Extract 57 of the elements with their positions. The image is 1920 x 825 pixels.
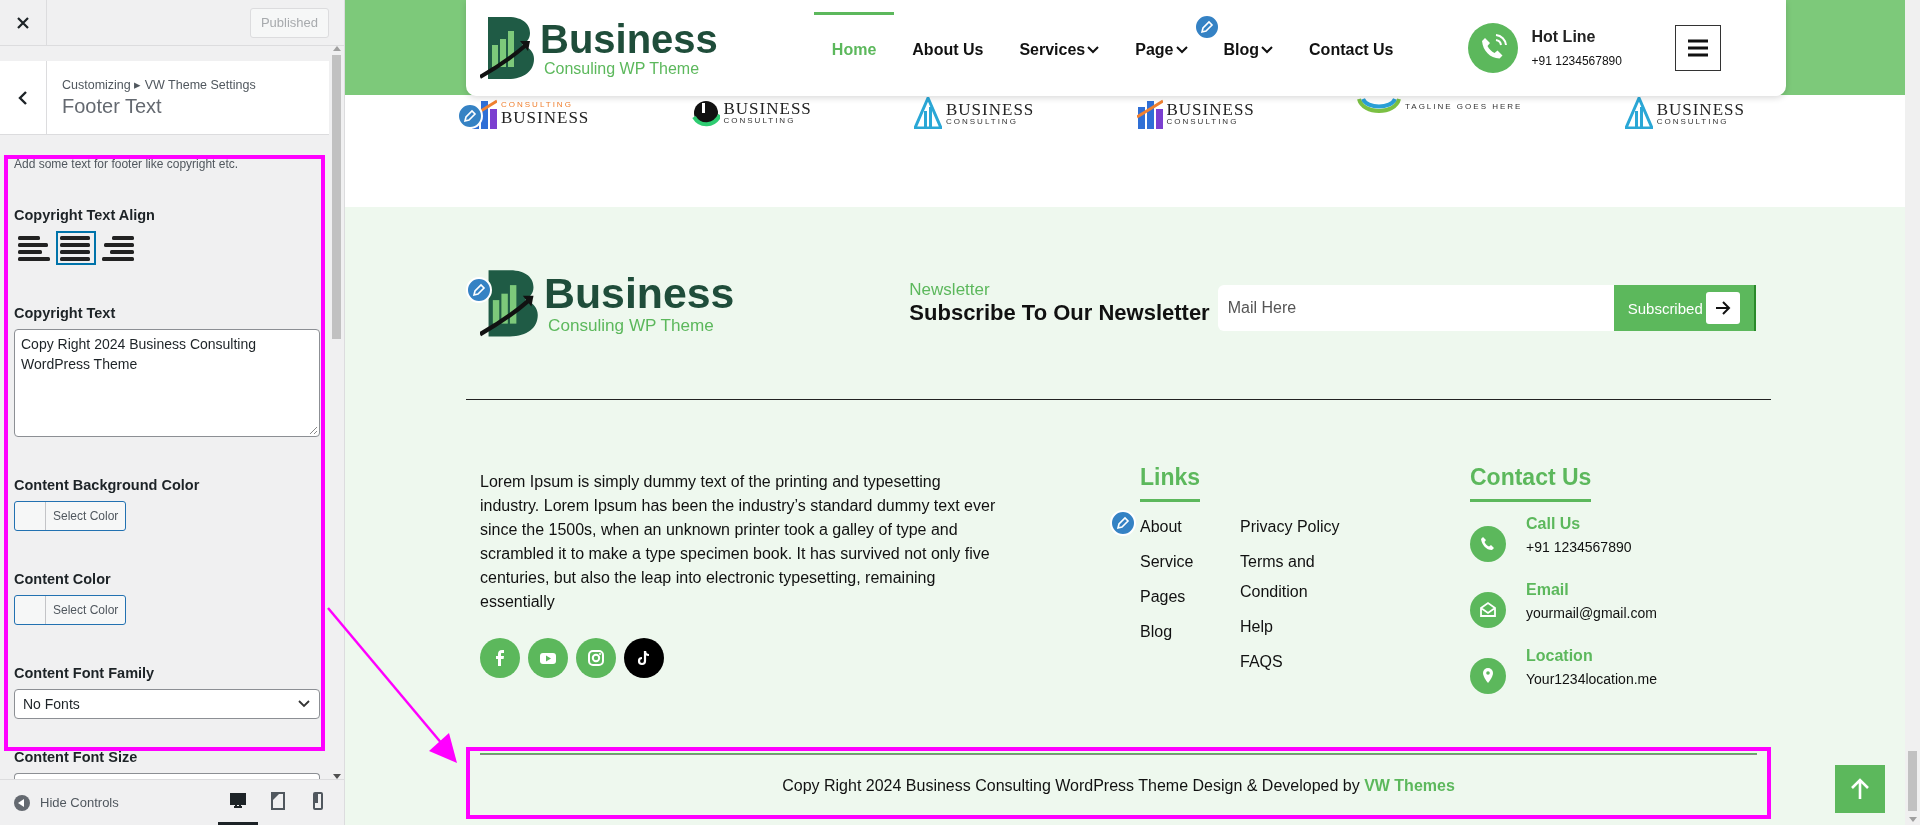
copyright-text: Copy Right 2024 Business Consulting WordPress Theme Design & Developed by VW Themes (781, 777, 1456, 795)
email-field[interactable]: Mail Here (1217, 285, 1614, 331)
hotline-label: Hot Line (1531, 28, 1597, 46)
logo-text: CONSULTING (1656, 117, 1730, 126)
logo-text: CONSULTING (723, 116, 797, 125)
footer-link[interactable]: Pages (1140, 582, 1240, 612)
logo-name: Business (540, 19, 718, 59)
contact-label: Email (1526, 581, 1570, 599)
hotline-number: +91 1234567890 (1531, 54, 1622, 68)
logo-tagline: Consuling WP Theme (544, 61, 701, 77)
section-title: Footer Text (62, 95, 163, 118)
nav-link[interactable]: Services (1001, 12, 1118, 72)
newsletter-title: Subscribe To Our Newsletter (909, 300, 1210, 326)
control-label: Content Color (14, 571, 111, 587)
nav-link[interactable]: Blog (1205, 12, 1292, 72)
breadcrumb: Customizing ▸ VW Theme Settings (62, 77, 256, 92)
newsletter-eyebrow: Newsletter (909, 280, 991, 300)
section-description: Add some text for footer like copyright etc. (14, 157, 240, 171)
footer-link[interactable]: Privacy Policy (1240, 512, 1350, 542)
footer-link[interactable]: Help (1240, 612, 1350, 642)
logo-text: BUSINESS (723, 99, 812, 117)
contact-value: +91 1234567890 (1526, 539, 1632, 555)
contact-value: yourmail@gmail.com (1526, 605, 1657, 621)
footer-link[interactable]: FAQS (1240, 647, 1350, 677)
control-label: Copyright Text Align (14, 207, 155, 223)
contact-label: Location (1526, 647, 1594, 665)
color-picker-button[interactable]: Select Color (14, 595, 127, 625)
nav-link[interactable]: Page (1117, 12, 1206, 72)
control-label: Content Font Family (14, 665, 155, 681)
footer-link[interactable]: Service (1140, 547, 1240, 577)
font-family-select[interactable]: No Fonts (14, 689, 320, 719)
contact-value: Your1234location.me (1526, 671, 1658, 687)
hide-controls-button[interactable]: Hide Controls (14, 794, 119, 811)
footer-link[interactable]: Blog (1140, 617, 1240, 647)
logo-text: BUSINESS (946, 100, 1035, 118)
logo-text: CONSULTING (501, 100, 574, 109)
logo-name: Business (544, 272, 735, 315)
links-heading: Links (1140, 464, 1201, 502)
logo-text: BUSINESS (501, 108, 590, 126)
nav-link[interactable]: Contact Us (1291, 12, 1412, 72)
control-label: Content Font Size (14, 749, 138, 765)
about-paragraph: Lorem Ipsum is simply dummy text of the printing and typesetting industry. Lorem Ipsum has been the industry’s standard dummy text ever since the 1500s, when an unknown printer took a galley of type and scrambled it to make a type specimen book. It has survived not only five centuries, but also the leap into electronic typesetting, remaining essentially (480, 472, 996, 612)
logo-text: BUSINESS (1166, 100, 1255, 118)
logo-text: CONSULTING (946, 117, 1019, 126)
control-label: Copyright Text (14, 305, 116, 321)
logo-text: TAGLINE GOES HERE (1405, 103, 1523, 111)
nav-link[interactable]: About Us (894, 12, 1002, 72)
control-label: Content Background Color (14, 477, 200, 493)
footer-link[interactable]: Terms and Condition (1240, 547, 1350, 607)
copyright-textarea[interactable]: Copy Right 2024 Business Consulting WordPress Theme (14, 329, 320, 437)
contact-heading: Contact Us (1470, 464, 1592, 502)
contact-label: Call Us (1526, 515, 1582, 533)
footer-link[interactable]: About (1140, 512, 1240, 542)
logo-text: CONSULTING (1166, 117, 1240, 126)
logo-tagline: Consuling WP Theme (548, 316, 715, 334)
color-picker-button[interactable]: Select Color (14, 501, 127, 531)
logo-text: BUSINESS (1656, 100, 1745, 118)
